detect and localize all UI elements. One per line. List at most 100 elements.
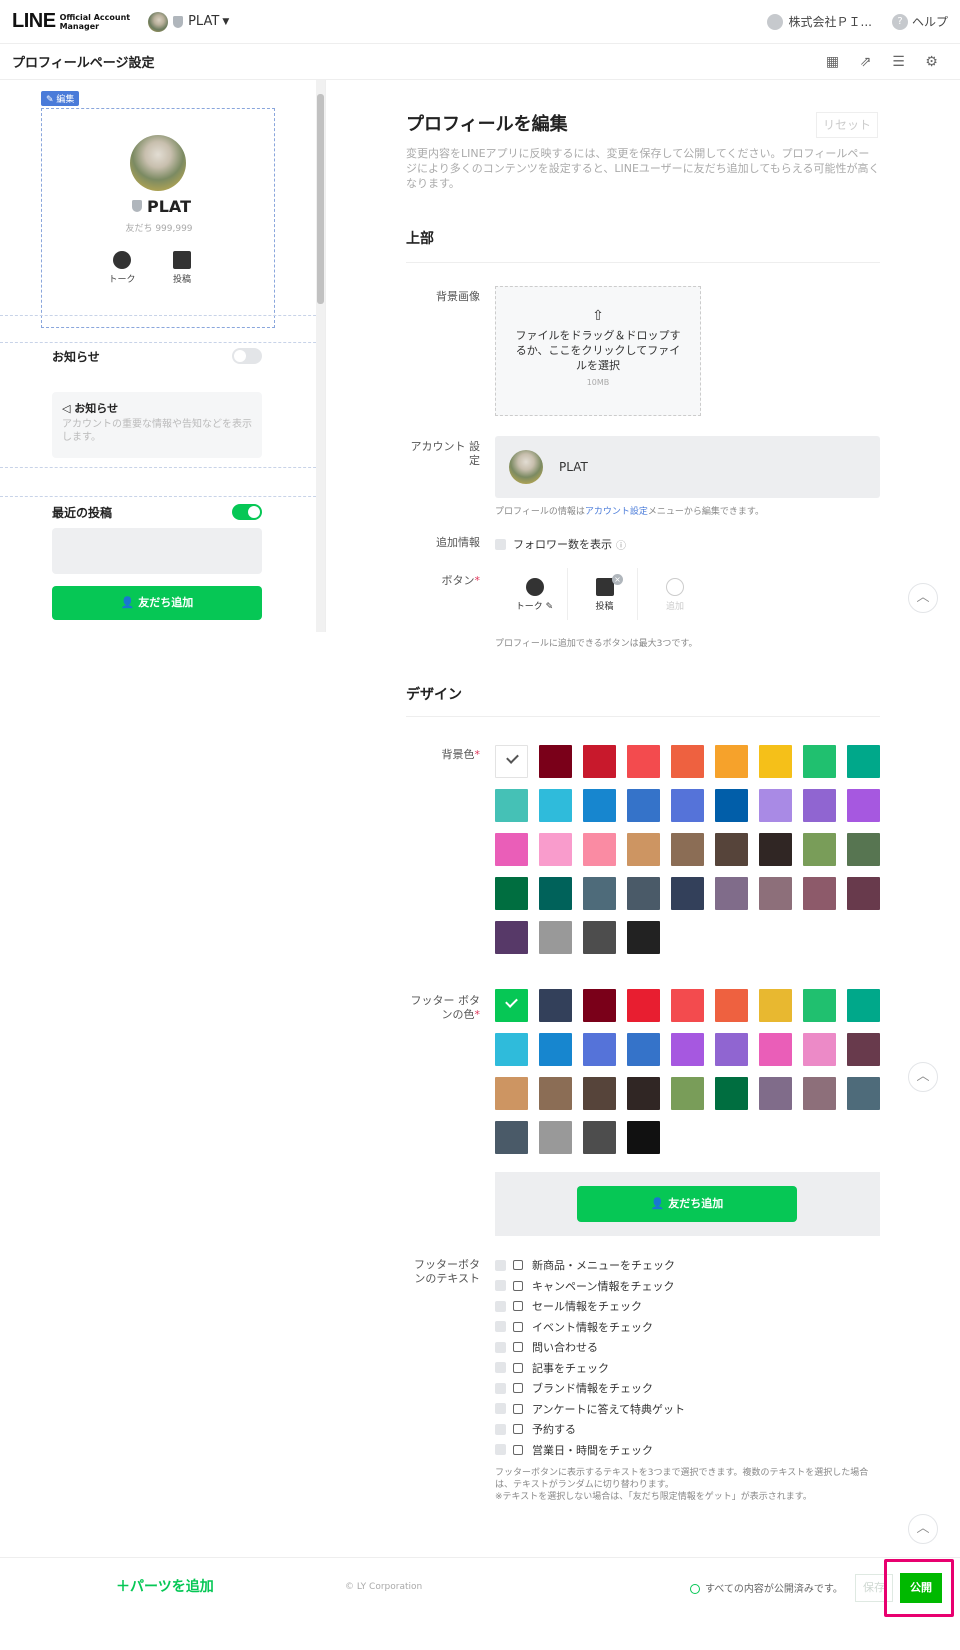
color-swatch[interactable]: [539, 789, 572, 822]
color-swatch[interactable]: [671, 1077, 704, 1110]
footer-text-option[interactable]: ブランド情報をチェック: [495, 1381, 653, 1395]
color-swatch[interactable]: [759, 989, 792, 1022]
help-link[interactable]: ヘルプ: [912, 13, 948, 30]
color-swatch[interactable]: [847, 877, 880, 910]
color-swatch[interactable]: [627, 1077, 660, 1110]
footer-text-option[interactable]: セール情報をチェック: [495, 1299, 642, 1313]
color-swatch[interactable]: [583, 877, 616, 910]
color-swatch[interactable]: [847, 1077, 880, 1110]
color-swatch[interactable]: [583, 1121, 616, 1154]
color-swatch[interactable]: [715, 1033, 748, 1066]
color-swatch[interactable]: [495, 989, 528, 1022]
color-swatch[interactable]: [671, 745, 704, 778]
color-swatch[interactable]: [715, 789, 748, 822]
color-swatch[interactable]: [759, 833, 792, 866]
color-swatch[interactable]: [671, 833, 704, 866]
color-swatch[interactable]: [671, 877, 704, 910]
line-logo[interactable]: LINE: [12, 10, 56, 33]
color-swatch[interactable]: [627, 789, 660, 822]
color-swatch[interactable]: [627, 989, 660, 1022]
color-swatch[interactable]: [583, 921, 616, 954]
color-swatch[interactable]: [627, 745, 660, 778]
recent-posts-toggle[interactable]: [232, 504, 262, 520]
color-swatch[interactable]: [539, 1121, 572, 1154]
bg-image-upload[interactable]: ⇧ ファイルをドラッグ＆ドロップするか、ここをクリックしてファイルを選択 10M…: [495, 286, 701, 416]
color-swatch[interactable]: [847, 789, 880, 822]
layout-icon[interactable]: ▦: [816, 54, 849, 70]
color-swatch[interactable]: [759, 745, 792, 778]
color-swatch[interactable]: [847, 989, 880, 1022]
color-swatch[interactable]: [803, 1033, 836, 1066]
gear-icon[interactable]: ⚙: [915, 54, 948, 70]
color-swatch[interactable]: [495, 1121, 528, 1154]
color-swatch[interactable]: [627, 1121, 660, 1154]
color-swatch[interactable]: [539, 921, 572, 954]
color-swatch[interactable]: [495, 745, 528, 778]
color-swatch[interactable]: [583, 833, 616, 866]
footer-text-option[interactable]: 問い合わせる: [495, 1340, 598, 1354]
footer-text-option[interactable]: 新商品・メニューをチェック: [495, 1258, 675, 1272]
color-swatch[interactable]: [803, 789, 836, 822]
button-cell-talk[interactable]: トーク ✎: [502, 568, 568, 620]
color-swatch[interactable]: [671, 789, 704, 822]
button-cell-post[interactable]: × 投稿: [572, 568, 638, 620]
color-swatch[interactable]: [495, 833, 528, 866]
footer-text-option[interactable]: 記事をチェック: [495, 1361, 609, 1375]
footer-text-option[interactable]: 予約する: [495, 1422, 576, 1436]
publish-button[interactable]: 公開: [900, 1573, 942, 1603]
color-swatch[interactable]: [495, 1033, 528, 1066]
scroll-top-button[interactable]: ︿: [908, 583, 938, 613]
scroll-top-button[interactable]: ︿: [908, 1062, 938, 1092]
color-swatch[interactable]: [627, 877, 660, 910]
color-swatch[interactable]: [715, 989, 748, 1022]
color-swatch[interactable]: [803, 877, 836, 910]
reset-button[interactable]: リセット: [816, 112, 878, 138]
color-swatch[interactable]: [495, 877, 528, 910]
color-swatch[interactable]: [847, 833, 880, 866]
color-swatch[interactable]: [759, 1077, 792, 1110]
color-swatch[interactable]: [803, 745, 836, 778]
list-check-icon[interactable]: ☰: [882, 54, 915, 70]
color-swatch[interactable]: [715, 1077, 748, 1110]
color-swatch[interactable]: [759, 789, 792, 822]
footer-text-option[interactable]: 営業日・時間をチェック: [495, 1443, 653, 1457]
color-swatch[interactable]: [847, 745, 880, 778]
edit-tag[interactable]: ✎ 編集: [41, 91, 80, 106]
color-swatch[interactable]: [495, 921, 528, 954]
color-swatch[interactable]: [583, 1077, 616, 1110]
button-cell-add[interactable]: 追加: [642, 568, 708, 620]
color-swatch[interactable]: [583, 745, 616, 778]
color-swatch[interactable]: [583, 989, 616, 1022]
preview-scrollbar[interactable]: [316, 80, 325, 632]
color-swatch[interactable]: [759, 1033, 792, 1066]
color-swatch[interactable]: [539, 1077, 572, 1110]
color-swatch[interactable]: [627, 833, 660, 866]
notice-card[interactable]: ◁ お知らせ アカウントの重要な情報や告知などを表示します。: [52, 392, 262, 458]
color-swatch[interactable]: [803, 989, 836, 1022]
add-friend-button[interactable]: 👤 友だち追加: [52, 586, 262, 620]
color-swatch[interactable]: [671, 989, 704, 1022]
color-swatch[interactable]: [539, 989, 572, 1022]
color-swatch[interactable]: [715, 877, 748, 910]
post-button[interactable]: 投稿: [162, 251, 202, 285]
color-swatch[interactable]: [495, 1077, 528, 1110]
color-swatch[interactable]: [803, 833, 836, 866]
color-swatch[interactable]: [539, 745, 572, 778]
color-swatch[interactable]: [759, 877, 792, 910]
color-swatch[interactable]: [671, 1033, 704, 1066]
color-swatch[interactable]: [583, 789, 616, 822]
footer-text-option[interactable]: アンケートに答えて特典ゲット: [495, 1402, 685, 1416]
color-swatch[interactable]: [803, 1077, 836, 1110]
add-parts-button[interactable]: ＋パーツを追加: [116, 1576, 214, 1596]
color-swatch[interactable]: [715, 745, 748, 778]
color-swatch[interactable]: [539, 877, 572, 910]
color-swatch[interactable]: [583, 1033, 616, 1066]
color-swatch[interactable]: [847, 1033, 880, 1066]
color-swatch[interactable]: [627, 921, 660, 954]
profile-header-block[interactable]: PLAT 友だち 999,999 トーク 投稿: [41, 108, 275, 328]
account-switcher[interactable]: PLAT ▼: [148, 11, 229, 32]
footer-text-option[interactable]: キャンペーン情報をチェック: [495, 1279, 674, 1293]
scroll-top-button[interactable]: ︿: [908, 1514, 938, 1544]
color-swatch[interactable]: [715, 833, 748, 866]
color-swatch[interactable]: [627, 1033, 660, 1066]
